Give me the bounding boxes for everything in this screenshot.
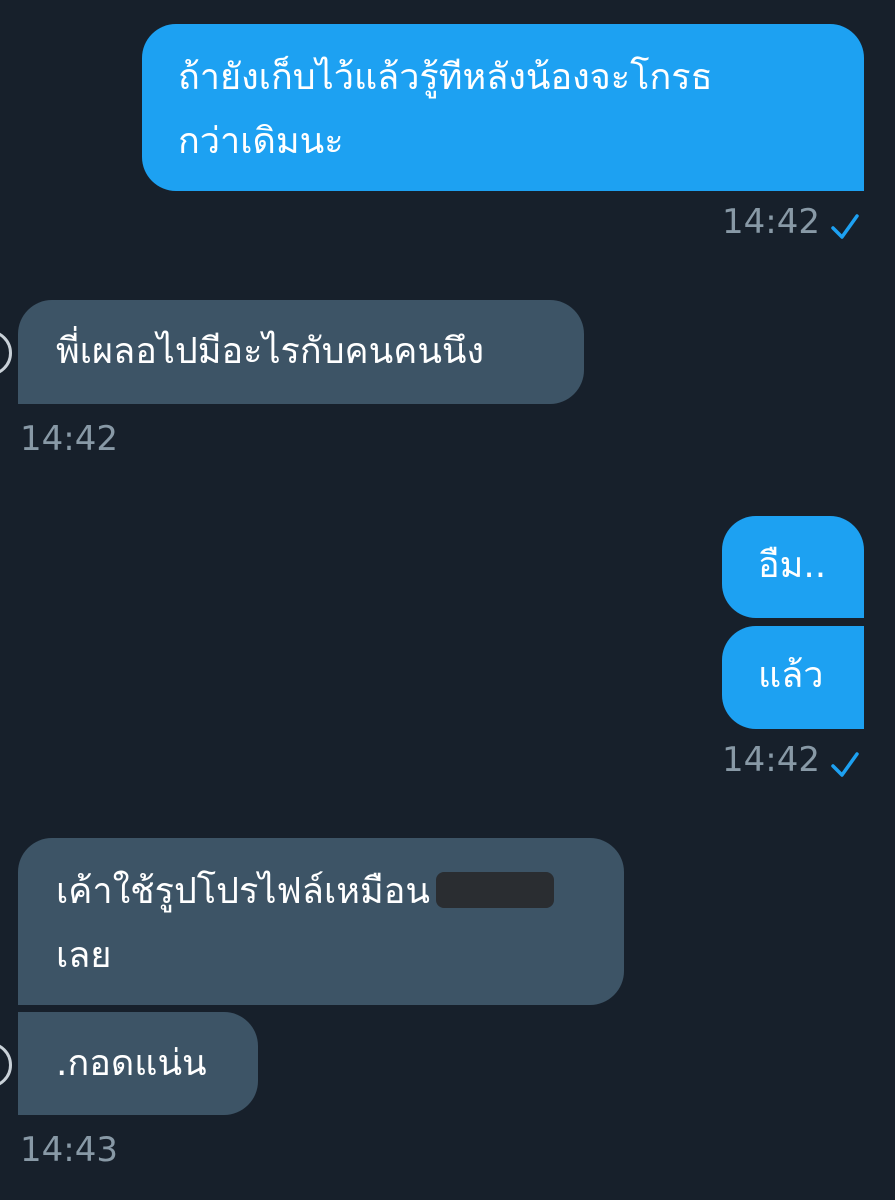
avatar[interactable] — [0, 330, 12, 376]
message-timestamp: 14:42 — [20, 419, 118, 459]
message-timestamp: 14:42 — [722, 740, 820, 780]
checkmark-icon — [831, 214, 859, 239]
message-bubble-incoming[interactable]: เค้าใช้รูปโปรไฟล์เหมือน เลย — [18, 838, 624, 1005]
message-timestamp: 14:43 — [20, 1130, 118, 1170]
redaction-block — [435, 872, 554, 908]
message-text-line: เลย — [56, 935, 112, 976]
avatar[interactable] — [0, 1042, 12, 1088]
message-bubble-outgoing[interactable]: ถ้ายังเก็บไว้แล้วรู้ทีหลังน้องจะโกรธ กว่… — [142, 24, 864, 191]
message-bubble-incoming[interactable]: .กอดแน่น — [18, 1012, 258, 1115]
message-text: เค้าใช้รูปโปรไฟล์เหมือน — [56, 871, 430, 912]
message-bubble-outgoing[interactable]: อืม.. — [722, 516, 864, 618]
message-bubble-outgoing[interactable]: แล้ว — [722, 626, 864, 729]
message-text-line: เค้าใช้รูปโปรไฟล์เหมือน — [56, 860, 594, 924]
message-timestamp: 14:42 — [722, 202, 820, 242]
message-bubble-incoming[interactable]: พี่เผลอไปมีอะไรกับคนคนนึง — [18, 300, 584, 404]
checkmark-icon — [831, 752, 859, 777]
